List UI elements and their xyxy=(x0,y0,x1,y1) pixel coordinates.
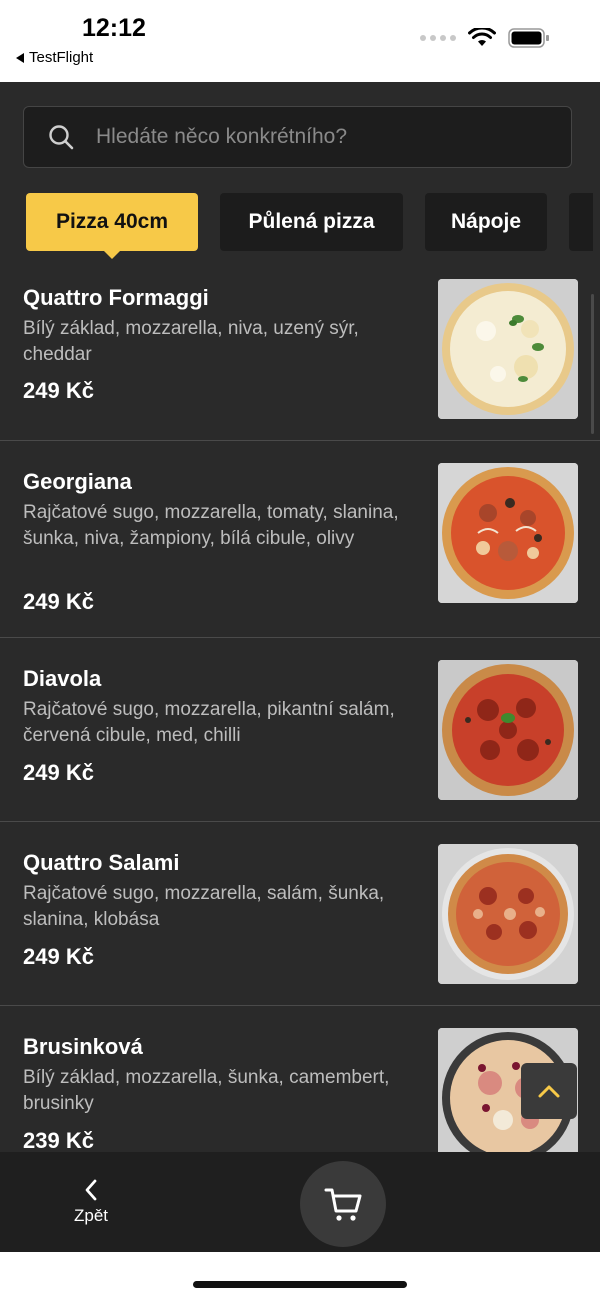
menu-screen: Hledáte něco konkrétního? Pizza 40cm Půl… xyxy=(0,82,600,1252)
back-app-label: TestFlight xyxy=(29,49,94,66)
status-icons xyxy=(420,28,550,48)
item-name: Georgiana xyxy=(23,469,132,494)
item-name: Diavola xyxy=(23,666,102,691)
item-description: Rajčatové sugo, mozzarella, pikantní sal… xyxy=(23,699,395,746)
category-tabs: Pizza 40cm Půlená pizza Nápoje xyxy=(26,193,593,259)
home-indicator[interactable] xyxy=(193,1281,407,1288)
pizza-image[interactable] xyxy=(438,463,578,603)
pizza-quattro-salami-image xyxy=(438,844,578,984)
item-price: 249 Kč xyxy=(23,589,94,614)
search-placeholder: Hledáte něco konkrétního? xyxy=(96,125,348,148)
pizza-red-mixed-image xyxy=(438,463,578,603)
pizza-image[interactable] xyxy=(438,279,578,419)
item-name: Brusinková xyxy=(23,1034,143,1059)
pizza-salami-image xyxy=(438,660,578,800)
item-description: Rajčatové sugo, mozzarella, tomaty, slan… xyxy=(23,502,399,549)
item-price: 249 Kč xyxy=(23,378,94,403)
pizza-image[interactable] xyxy=(438,660,578,800)
status-time: 12:12 xyxy=(82,14,146,42)
pizza-image[interactable] xyxy=(438,844,578,984)
scroll-to-top-button[interactable] xyxy=(521,1063,577,1119)
item-price: 249 Kč xyxy=(23,944,94,969)
back-triangle-icon xyxy=(16,52,24,63)
item-price: 239 Kč xyxy=(23,1128,94,1153)
search-field[interactable]: Hledáte něco konkrétního? xyxy=(23,106,572,168)
wifi-icon xyxy=(468,28,496,46)
cart-button[interactable] xyxy=(300,1161,386,1247)
tab-napoje[interactable]: Nápoje xyxy=(425,193,547,251)
home-indicator-area xyxy=(0,1252,600,1300)
menu-item[interactable]: Georgiana Rajčatové sugo, mozzarella, to… xyxy=(0,441,600,638)
menu-item[interactable]: Quattro Formaggi Bílý základ, mozzarella… xyxy=(0,274,600,441)
menu-item[interactable]: Quattro Salami Rajčatové sugo, mozzarell… xyxy=(0,822,600,1006)
pizza-white-cheese-image xyxy=(438,279,578,419)
item-name: Quattro Salami xyxy=(23,850,180,875)
signal-dots-icon xyxy=(420,35,456,41)
item-description: Bílý základ, mozzarella, niva, uzený sýr… xyxy=(23,318,359,365)
menu-item[interactable]: Diavola Rajčatové sugo, mozzarella, pika… xyxy=(0,638,600,822)
tab-pizza-40cm[interactable]: Pizza 40cm xyxy=(26,193,198,259)
battery-icon xyxy=(508,28,549,48)
tab-pulena-pizza[interactable]: Půlená pizza xyxy=(220,193,403,251)
item-description: Bílý základ, mozzarella, šunka, camember… xyxy=(23,1067,390,1114)
item-name: Quattro Formaggi xyxy=(23,285,209,310)
back-to-app-link[interactable]: TestFlight xyxy=(16,49,93,66)
bottom-nav-bar: Zpět xyxy=(0,1152,600,1252)
back-label: Zpět xyxy=(73,1206,109,1225)
status-bar: 12:12 TestFlight xyxy=(0,0,600,82)
chevron-up-icon xyxy=(538,1085,560,1098)
item-price: 249 Kč xyxy=(23,760,94,785)
chevron-left-icon xyxy=(85,1179,97,1201)
item-description: Rajčatové sugo, mozzarella, salám, šunka… xyxy=(23,883,385,930)
back-button[interactable]: Zpět xyxy=(60,1178,122,1226)
tab-next-partial[interactable] xyxy=(569,193,593,251)
search-icon xyxy=(49,125,74,150)
cart-icon xyxy=(324,1188,362,1221)
